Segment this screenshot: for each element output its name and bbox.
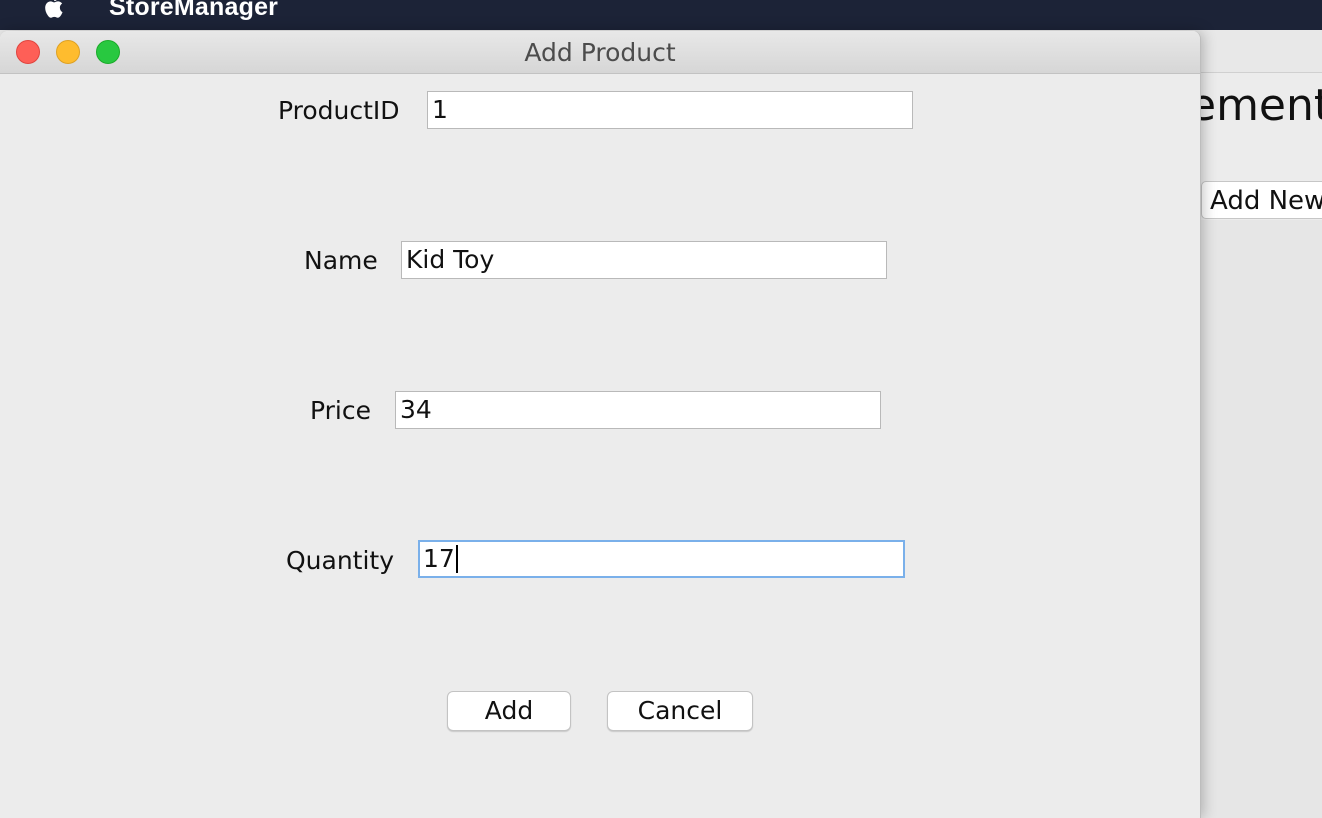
name-field[interactable]: Kid Toy xyxy=(401,241,887,279)
quantity-field[interactable]: 17 xyxy=(418,540,905,578)
cancel-button[interactable]: Cancel xyxy=(607,691,753,731)
background-window-panel xyxy=(1195,220,1322,818)
app-name-menu[interactable]: StoreManager xyxy=(109,0,278,22)
add-button[interactable]: Add xyxy=(447,691,571,731)
quantity-value: 17 xyxy=(423,544,455,573)
quantity-label: Quantity xyxy=(286,546,395,575)
product-id-field[interactable]: 1 xyxy=(427,91,913,129)
apple-icon[interactable] xyxy=(42,0,68,20)
add-product-dialog: Add Product ProductID 1 Name Kid Toy Pri… xyxy=(0,31,1201,818)
text-caret xyxy=(455,544,458,573)
menu-bar: StoreManager xyxy=(0,0,1322,30)
price-field[interactable]: 34 xyxy=(395,391,881,429)
background-window: ement Add New xyxy=(1189,30,1322,818)
price-label: Price xyxy=(310,396,371,425)
background-window-titlebar xyxy=(1195,30,1322,73)
name-label: Name xyxy=(304,246,378,275)
add-new-button[interactable]: Add New xyxy=(1201,181,1322,219)
dialog-title: Add Product xyxy=(524,38,676,67)
dialog-titlebar[interactable]: Add Product xyxy=(0,31,1200,74)
background-window-heading: ement xyxy=(1189,80,1322,131)
product-id-label: ProductID xyxy=(278,96,400,125)
